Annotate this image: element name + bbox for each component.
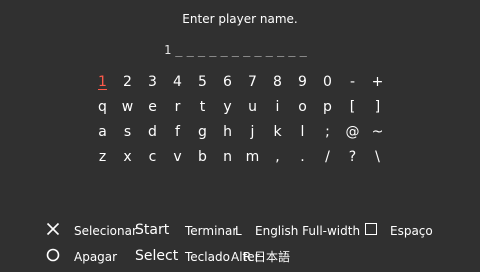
key[interactable]: t <box>190 95 215 120</box>
key[interactable]: [ <box>340 95 365 120</box>
key[interactable]: w <box>115 95 140 120</box>
r-button-label: R <box>243 250 252 264</box>
name-char-slot: 1 <box>164 43 172 57</box>
key[interactable]: , <box>265 145 290 170</box>
name-char-slot: _ <box>299 43 307 57</box>
key[interactable]: ] <box>365 95 390 120</box>
key[interactable]: ? <box>340 145 365 170</box>
key[interactable]: f <box>165 120 190 145</box>
japanese-label[interactable]: 日本語 <box>254 249 290 265</box>
key[interactable]: o <box>290 95 315 120</box>
key[interactable]: g <box>190 120 215 145</box>
start-button-label: Start <box>135 222 170 238</box>
key[interactable]: u <box>240 95 265 120</box>
key[interactable]: e <box>140 95 165 120</box>
name-char-slot: _ <box>288 43 296 57</box>
name-char-slot: _ <box>209 43 217 57</box>
key[interactable]: q <box>90 95 115 120</box>
key[interactable]: 7 <box>240 70 265 95</box>
circle-button-icon <box>46 248 60 262</box>
key[interactable]: k <box>265 120 290 145</box>
key[interactable]: m <box>240 145 265 170</box>
key[interactable]: 9 <box>290 70 315 95</box>
key[interactable]: ~ <box>365 120 390 145</box>
select-label: Selecionar <box>74 224 137 238</box>
key[interactable]: ; <box>315 120 340 145</box>
key[interactable]: z <box>90 145 115 170</box>
keyboard-row: q w e r t y u i o p[] <box>90 95 390 120</box>
key[interactable]: 6 <box>215 70 240 95</box>
keyboard-row: 1 2 3 4 5 6 7 8 9 0- + <box>90 70 390 95</box>
space-label: Espaço <box>390 224 433 238</box>
key[interactable]: / <box>315 145 340 170</box>
key[interactable]: a <box>90 120 115 145</box>
key[interactable]: l <box>290 120 315 145</box>
english-fullwidth-toggle[interactable]: English Full-width <box>255 223 360 239</box>
key[interactable]: h <box>215 120 240 145</box>
cross-button-icon <box>46 222 60 236</box>
keyboard-row: z x c v b n m,. /? \ <box>90 145 390 170</box>
key[interactable]: 0 <box>315 70 340 95</box>
name-prompt: Enter player name. <box>182 12 298 26</box>
name-char-slot: _ <box>220 43 228 57</box>
key[interactable]: x <box>115 145 140 170</box>
key[interactable]: 5 <box>190 70 215 95</box>
key[interactable]: 3 <box>140 70 165 95</box>
key[interactable]: 1 <box>90 70 115 95</box>
keyboard-label: Teclado <box>185 250 230 264</box>
on-screen-keyboard: 1 2 3 4 5 6 7 8 9 0- + q w e r t y u i o p[] a s d f g h j k l; @ ~ z x c v… <box>90 70 390 170</box>
keyboard-row: a s d f g h j k l; @ ~ <box>90 120 390 145</box>
key[interactable]: 8 <box>265 70 290 95</box>
key[interactable]: y <box>215 95 240 120</box>
name-char-slot: _ <box>175 43 183 57</box>
finish-label: Terminar <box>185 224 238 238</box>
name-char-slot: _ <box>254 43 262 57</box>
key[interactable]: 2 <box>115 70 140 95</box>
l-button-label: L <box>235 224 242 238</box>
delete-label: Apagar <box>74 250 118 264</box>
key[interactable]: \ <box>365 145 390 170</box>
key[interactable]: r <box>165 95 190 120</box>
name-char-slot: _ <box>276 43 285 57</box>
key[interactable]: d <box>140 120 165 145</box>
key[interactable]: 4 <box>165 70 190 95</box>
key[interactable]: n <box>215 145 240 170</box>
key[interactable]: j <box>240 120 265 145</box>
key[interactable]: @ <box>340 120 365 145</box>
key[interactable]: + <box>365 70 390 95</box>
name-char-slot: _ <box>265 43 273 57</box>
player-name-field[interactable]: 1 _ _ _ _ _ _ _ _ _ _ _ _ <box>164 42 311 58</box>
key[interactable]: p <box>315 95 340 120</box>
key[interactable]: v <box>165 145 190 170</box>
square-button-icon <box>365 223 377 235</box>
key[interactable]: s <box>115 120 140 145</box>
key[interactable]: . <box>290 145 315 170</box>
name-char-slot: _ <box>186 43 194 57</box>
key[interactable]: i <box>265 95 290 120</box>
select-button-label: Select <box>135 248 179 264</box>
key[interactable]: b <box>190 145 215 170</box>
name-char-slot: _ <box>231 43 240 57</box>
key[interactable]: - <box>340 70 365 95</box>
name-char-slot: _ <box>243 43 251 57</box>
key[interactable]: c <box>140 145 165 170</box>
name-char-slot: _ <box>197 43 206 57</box>
